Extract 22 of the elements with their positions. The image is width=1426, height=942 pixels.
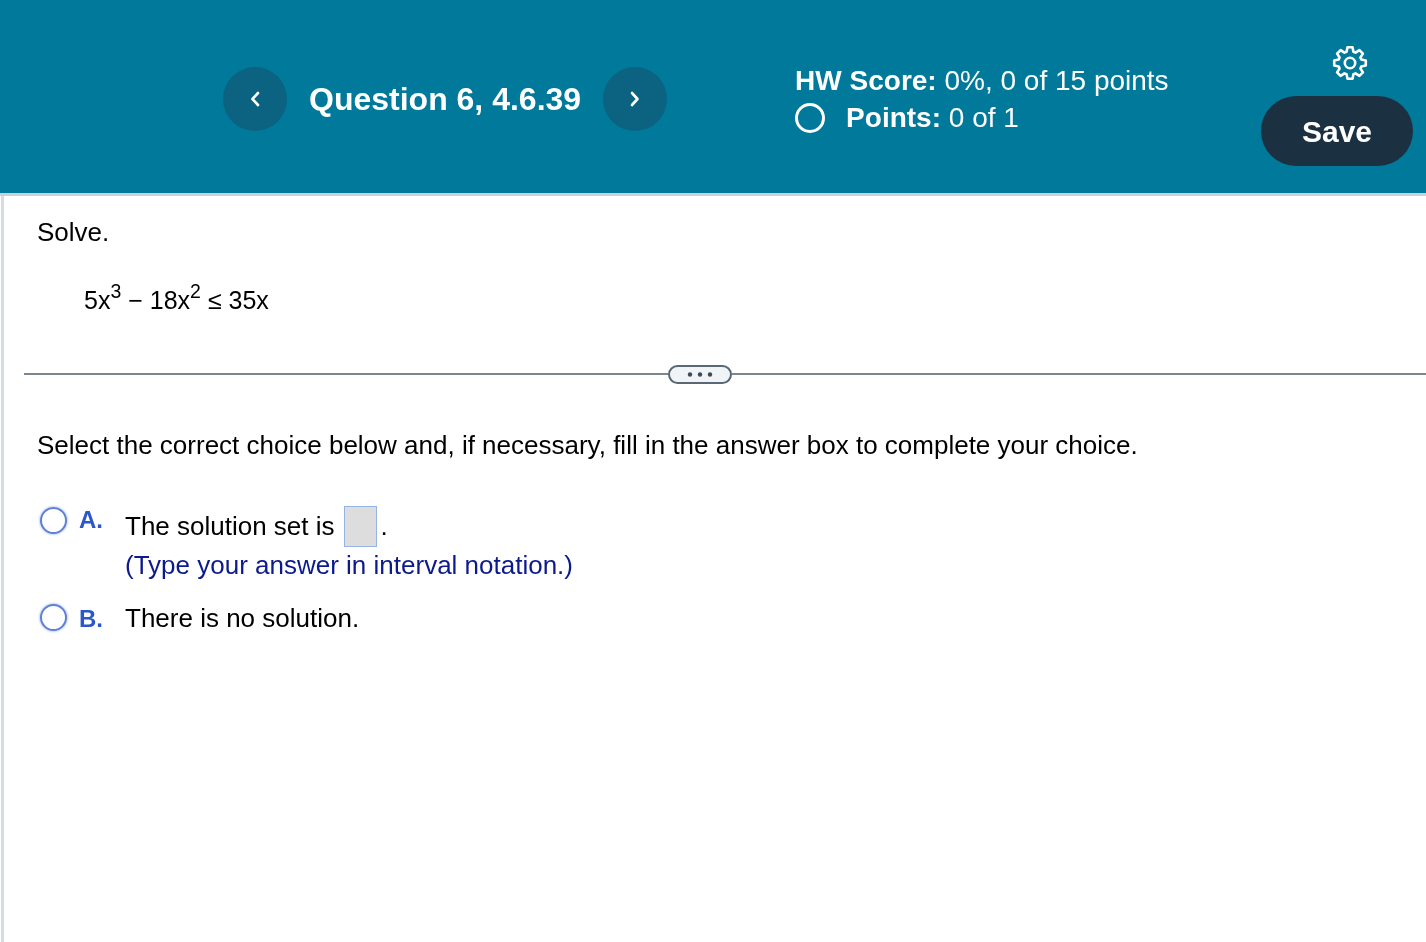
settings-icon[interactable] [1332, 45, 1368, 81]
chevron-left-icon [250, 91, 260, 107]
choice-letter: A. [79, 506, 104, 533]
hw-score-text: HW Score: 0%, 0 of 15 points [795, 64, 1169, 98]
ring-icon [795, 102, 826, 133]
radio-button[interactable] [40, 604, 67, 631]
choice-text: The solution set is [125, 510, 335, 542]
choice-text: There is no solution. [125, 603, 360, 633]
equation-text: 5x$^{3}$ − 18x$^{2}$ ≤ 35x [84, 285, 269, 315]
ellipsis-icon [687, 371, 713, 377]
choice-letter: B. [79, 604, 104, 634]
chevron-right-icon [630, 91, 641, 107]
radio-button[interactable] [40, 507, 67, 534]
save-button[interactable]: Save [1261, 96, 1413, 166]
answer-box[interactable] [343, 505, 377, 547]
instruction-text: Solve. [37, 217, 110, 248]
hint-text: (Type your answer in interval notation.) [125, 550, 573, 581]
expand-button[interactable] [668, 364, 732, 384]
question-title: Question 6, 4.6.39 [309, 81, 582, 117]
prompt-text: Select the correct choice below and, if necessary, fill in the answer box to complete your choice. [37, 430, 1138, 461]
points-text: Points: 0 of 1 [846, 101, 1019, 135]
period-text: . [380, 510, 388, 542]
